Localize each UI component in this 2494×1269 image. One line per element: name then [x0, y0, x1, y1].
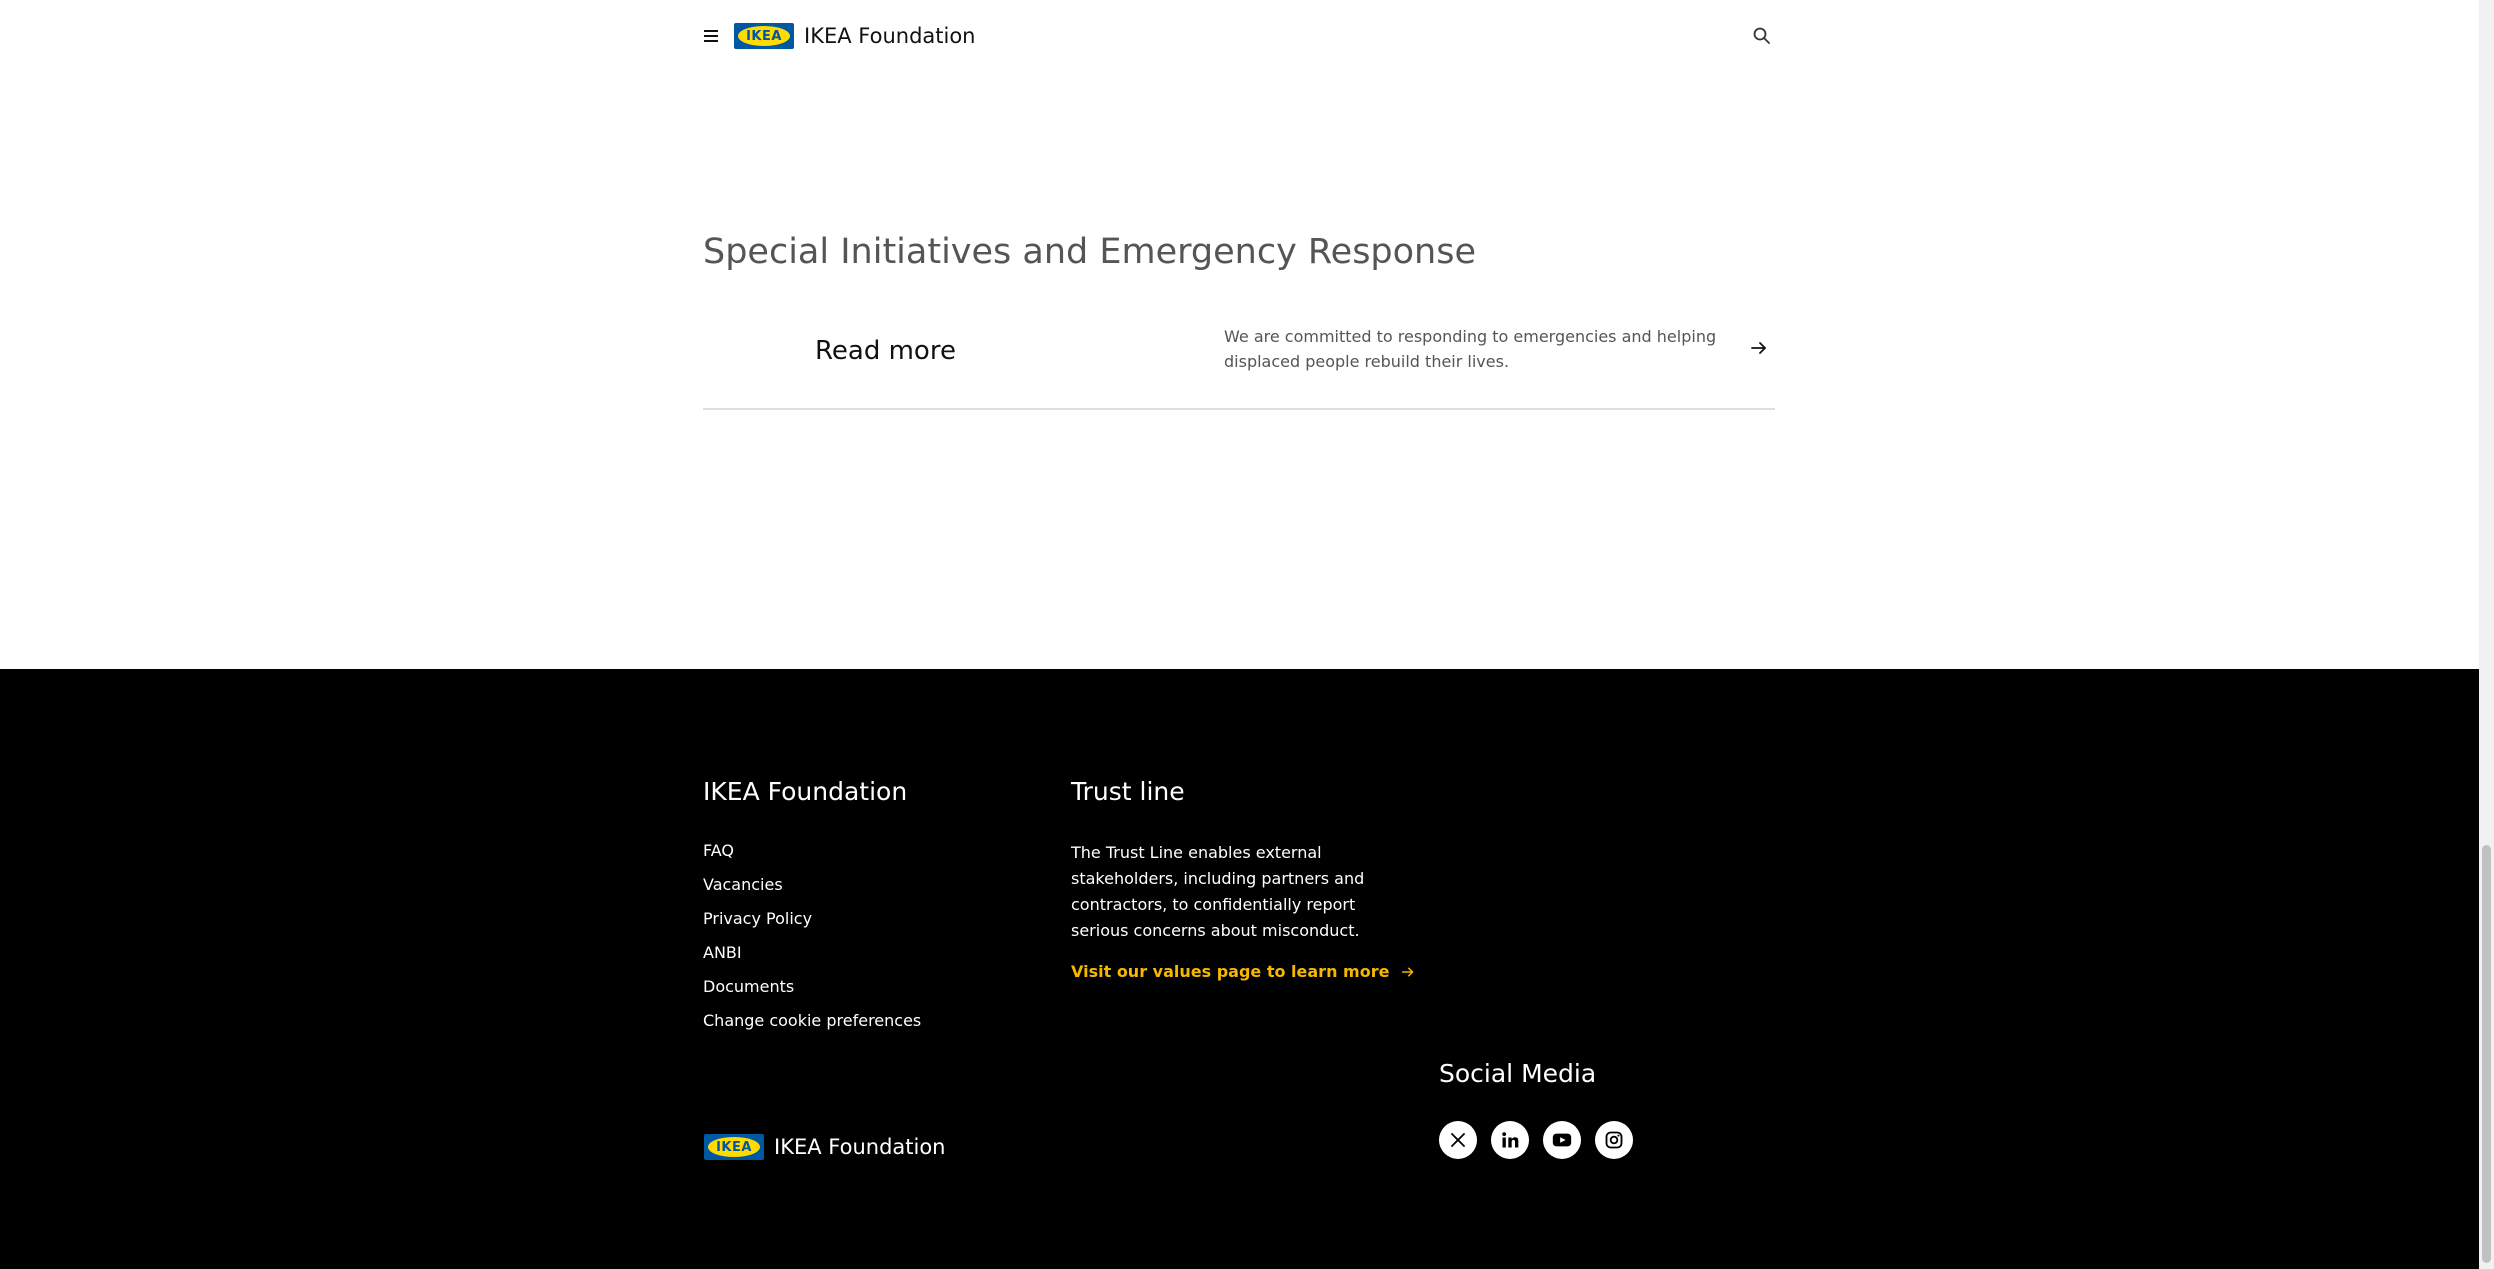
footer-link-vacancies[interactable]: Vacancies [703, 875, 921, 909]
values-page-link-label: Visit our values page to learn more [1071, 962, 1390, 981]
site-header: IKEA IKEA Foundation [0, 0, 2479, 72]
search-icon [1753, 27, 1770, 44]
footer-link-documents[interactable]: Documents [703, 977, 921, 1011]
site-footer: IKEA Foundation FAQ Vacancies Privacy Po… [0, 669, 2479, 1269]
footer-link-anbi[interactable]: ANBI [703, 943, 921, 977]
arrow-button[interactable] [1747, 336, 1771, 360]
read-more-description: We are committed to responding to emerge… [1224, 327, 1717, 371]
arrow-right-icon [1751, 342, 1766, 354]
section-title: Special Initiatives and Emergency Respon… [703, 232, 1477, 272]
footer-link-cookie-preferences[interactable]: Change cookie preferences [703, 1011, 921, 1045]
arrow-right-icon [1402, 967, 1414, 977]
footer-links: FAQ Vacancies Privacy Policy ANBI Docume… [703, 841, 921, 1045]
page-scrollbar[interactable] [2479, 0, 2494, 1269]
hamburger-menu-icon [704, 30, 718, 42]
trust-line-text: The Trust Line enables external stakehol… [1071, 843, 1365, 940]
values-page-link[interactable]: Visit our values page to learn more [1071, 961, 1417, 983]
footer-brand-name[interactable]: IKEA Foundation [774, 1133, 946, 1161]
scrollbar-thumb[interactable] [2482, 845, 2491, 1263]
x-icon[interactable] [1439, 1121, 1477, 1159]
page: IKEA IKEA Foundation Special Initiatives… [0, 0, 2479, 1269]
read-more-label: Read more [815, 336, 956, 366]
menu-button[interactable] [700, 24, 722, 48]
footer-link-privacy-policy[interactable]: Privacy Policy [703, 909, 921, 943]
footer-logo-text: IKEA [716, 1139, 752, 1155]
footer-brand-heading: IKEA Foundation [703, 777, 908, 806]
read-more-link[interactable]: Read more We are committed to responding… [703, 312, 1775, 410]
trust-line-heading: Trust line [1071, 777, 1185, 806]
social-media-heading: Social Media [1439, 1059, 1597, 1088]
footer-ikea-logo[interactable]: IKEA [704, 1134, 764, 1160]
youtube-icon[interactable] [1543, 1121, 1581, 1159]
footer-link-faq[interactable]: FAQ [703, 841, 921, 875]
linkedin-icon[interactable] [1491, 1121, 1529, 1159]
site-title[interactable]: IKEA Foundation [804, 22, 976, 50]
instagram-icon[interactable] [1595, 1121, 1633, 1159]
social-icons [1439, 1121, 1633, 1159]
ikea-logo[interactable]: IKEA [734, 23, 794, 49]
logo-text: IKEA [746, 28, 782, 44]
search-button[interactable] [1750, 24, 1774, 48]
